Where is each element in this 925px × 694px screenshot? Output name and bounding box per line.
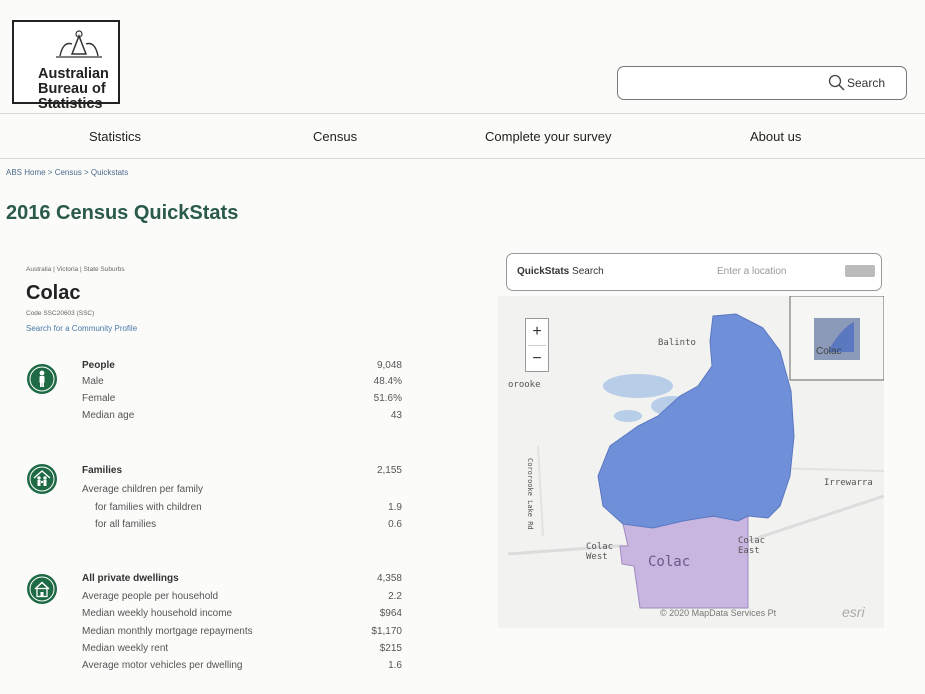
stat-female-label: Female (82, 393, 116, 404)
map-label-road: Cororooke Lake Rd (526, 458, 534, 530)
map-label-colac-west: Colac West (586, 542, 614, 562)
map-label-cororooke: orooke (508, 380, 541, 390)
stat-vehicles-value: 1.6 (388, 660, 402, 671)
stat-families-value: 2,155 (376, 465, 402, 476)
quickstats-search-title: QuickStats Search (517, 266, 604, 277)
stat-avg-children-label: Average children per family (82, 484, 203, 495)
stat-people-value: 9,048 (376, 360, 402, 371)
stat-rent-label: Median weekly rent (82, 643, 169, 654)
families-badge (27, 464, 57, 494)
stat-median-age-label: Median age (82, 410, 135, 421)
location-input[interactable]: Enter a location (717, 266, 787, 277)
stat-families-with-children-value: 1.9 (388, 502, 402, 513)
site-search[interactable]: Search (617, 66, 907, 100)
location-breadcrumb[interactable]: Australia | Victoria | State Suburbs (26, 266, 125, 273)
stat-income-value: $964 (379, 608, 402, 619)
stat-families-with-children-label: for families with children (95, 502, 202, 513)
stat-dwellings-label: All private dwellings (82, 573, 179, 584)
nav-about-us[interactable]: About us (750, 129, 801, 144)
logo-wordmark: Australian Bureau of Statistics (38, 66, 109, 112)
nav-complete-survey[interactable]: Complete your survey (485, 129, 611, 144)
family-icon (29, 466, 55, 492)
quickstats-search[interactable]: QuickStats Search Enter a location (506, 253, 882, 291)
nav-statistics[interactable]: Statistics (89, 129, 141, 144)
page-title: 2016 Census QuickStats (6, 202, 239, 224)
search-icon[interactable] (828, 74, 846, 92)
stat-income-label: Median weekly household income (82, 608, 233, 619)
stat-dwellings-value: 4,358 (376, 573, 402, 584)
stat-female-value: 51.6% (373, 393, 402, 404)
place-code: Code SSC20603 (SSC) (26, 310, 95, 317)
map-label-balintore: Balinto (658, 338, 696, 348)
stat-male-value: 48.4% (373, 376, 402, 387)
search-button[interactable]: Search (847, 76, 885, 90)
map-attribution: © 2020 MapData Services Pt (660, 608, 777, 618)
people-badge (27, 364, 57, 394)
zoom-control: + − (525, 318, 549, 372)
stat-median-age-value: 43 (390, 410, 402, 421)
stat-rent-value: $215 (379, 643, 402, 654)
nav-divider-bottom (0, 158, 925, 159)
map-label-colac: Colac (648, 554, 691, 570)
esri-logo: esri (842, 604, 865, 620)
stat-all-families-label: for all families (95, 519, 157, 530)
zoom-in-button[interactable]: + (526, 319, 548, 345)
house-icon (29, 576, 55, 602)
coat-of-arms-icon (56, 30, 102, 58)
stat-people-label: People (82, 360, 115, 371)
place-name: Colac (26, 282, 81, 304)
inset-map-label: Colac (816, 346, 842, 357)
community-profile-link[interactable]: Search for a Community Profile (26, 324, 137, 333)
location-search-button[interactable] (845, 265, 875, 277)
person-icon (29, 366, 55, 392)
map-label-colac-east: Colac East (738, 536, 766, 556)
stat-mortgage-value: $1,170 (371, 626, 402, 637)
nav-census[interactable]: Census (313, 129, 357, 144)
breadcrumb[interactable]: ABS Home > Census > Quickstats (6, 168, 128, 177)
stat-vehicles-label: Average motor vehicles per dwelling (82, 660, 243, 671)
dwellings-badge (27, 574, 57, 604)
stat-avg-people-value: 2.2 (388, 591, 402, 602)
map-label-irrewarra: Irrewarra (824, 478, 873, 488)
stat-avg-people-label: Average people per household (82, 591, 219, 602)
stat-mortgage-label: Median monthly mortgage repayments (82, 626, 253, 637)
suburb-map[interactable]: + − Balinto orooke Irrewarra Colac West … (498, 296, 884, 628)
stat-male-label: Male (82, 376, 104, 387)
zoom-out-button[interactable]: − (526, 346, 548, 372)
abs-logo[interactable]: Australian Bureau of Statistics (12, 20, 120, 112)
stat-families-label: Families (82, 465, 123, 476)
nav-divider-top (0, 113, 925, 114)
stat-all-families-value: 0.6 (388, 519, 402, 530)
